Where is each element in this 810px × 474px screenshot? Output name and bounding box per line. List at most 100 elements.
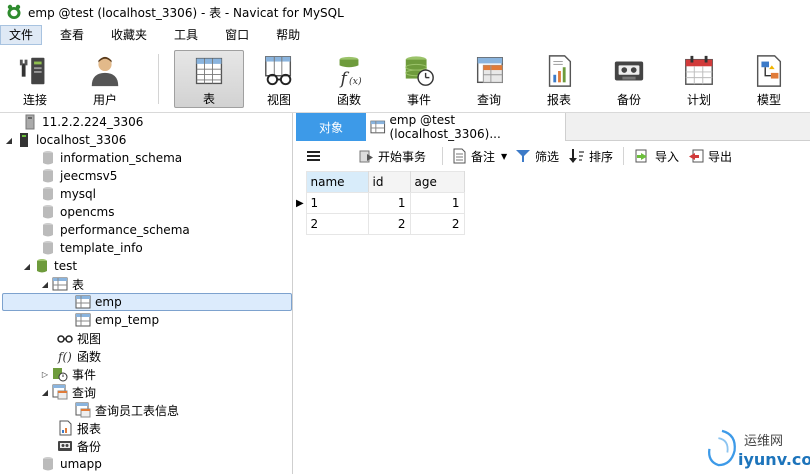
tree-db-test[interactable]: ◢ test <box>22 257 77 275</box>
import-icon <box>635 149 647 163</box>
column-header-name[interactable]: name <box>305 171 369 193</box>
connect-label: 连接 <box>22 93 47 107</box>
cell-name[interactable]: 1 <box>305 192 369 214</box>
tree-group-reports[interactable]: 报表 <box>57 419 101 437</box>
menu-file[interactable]: 文件 <box>0 25 43 45</box>
tree-table-emp-temp[interactable]: emp_temp <box>75 311 159 329</box>
tree-label: template_info <box>60 241 143 255</box>
expanded-arrow-icon[interactable]: ◢ <box>22 262 32 271</box>
tree-table-emp[interactable]: emp <box>2 293 292 311</box>
column-header-age[interactable]: age <box>409 171 465 193</box>
function-icon: f() <box>57 350 72 364</box>
event-icon <box>53 368 68 382</box>
begin-transaction-label: 开始事务 <box>378 149 427 164</box>
tree-group-views[interactable]: 视图 <box>57 329 101 347</box>
model-button[interactable]: 模型 <box>739 50 799 108</box>
schedule-button[interactable]: 计划 <box>669 50 729 108</box>
report-button[interactable]: 报表 <box>529 50 589 108</box>
cell-id[interactable]: 1 <box>367 192 411 214</box>
tree-db-umapp[interactable]: umapp <box>40 455 102 473</box>
backup-icon <box>614 61 644 81</box>
database-icon <box>43 457 53 471</box>
expanded-arrow-icon[interactable]: ◢ <box>40 388 50 397</box>
tree-db-template-info[interactable]: template_info <box>40 239 143 257</box>
tree-group-events[interactable]: ▷ 事件 <box>40 365 96 383</box>
tree-db-opencms[interactable]: opencms <box>40 203 115 221</box>
view-icon <box>265 56 292 86</box>
main-toolbar: 连接 用户 表 视图 f (x) 函数 事件 查询 报表 备份 计划 模型 <box>0 46 810 113</box>
tree-label: test <box>54 259 78 273</box>
transaction-icon <box>359 150 373 163</box>
view-button[interactable]: 视图 <box>249 50 309 108</box>
menu-help[interactable]: 帮助 <box>267 25 309 45</box>
menu-view[interactable]: 查看 <box>51 25 93 45</box>
function-button[interactable]: f (x) 函数 <box>319 50 379 108</box>
database-open-icon <box>37 259 47 273</box>
tree-label: emp <box>95 295 122 309</box>
tree-group-functions[interactable]: f() 函数 <box>57 347 101 365</box>
column-header-id[interactable]: id <box>367 171 411 193</box>
menu-hamburger-button[interactable] <box>306 147 326 165</box>
event-button[interactable]: 事件 <box>389 50 449 108</box>
database-icon <box>43 241 53 255</box>
window-title: emp @test (localhost_3306) - 表 - Navicat… <box>28 5 344 20</box>
table-icon <box>195 57 223 85</box>
tree-group-tables[interactable]: ◢ 表 <box>40 275 84 293</box>
table-icon <box>75 313 91 327</box>
import-button[interactable]: 导入 <box>635 147 679 165</box>
function-label: 函数 <box>336 93 361 107</box>
tree-label: mysql <box>60 187 96 201</box>
view-icon <box>57 335 73 343</box>
table-row[interactable]: ▶ 1 1 1 <box>296 192 465 214</box>
tab-emp-table[interactable]: emp @test (localhost_3306)... <box>366 113 566 141</box>
query-button[interactable]: 查询 <box>459 50 519 108</box>
table-button[interactable]: 表 <box>174 50 244 108</box>
view-label: 视图 <box>266 93 291 107</box>
export-button[interactable]: 导出 <box>688 147 732 165</box>
cell-name[interactable]: 2 <box>305 213 369 235</box>
menu-window[interactable]: 窗口 <box>216 25 258 45</box>
current-row-indicator-icon: ▶ <box>296 192 306 214</box>
backup-label: 备份 <box>616 93 641 107</box>
cell-age[interactable]: 2 <box>409 213 465 235</box>
database-icon <box>43 223 53 237</box>
tree-db-mysql[interactable]: mysql <box>40 185 96 203</box>
watermark-url: iyunv.com <box>738 450 810 469</box>
begin-transaction-button[interactable]: 开始事务 <box>358 147 426 165</box>
expanded-arrow-icon[interactable]: ◢ <box>40 280 50 289</box>
backup-button[interactable]: 备份 <box>599 50 659 108</box>
collapsed-arrow-icon[interactable]: ▷ <box>40 370 50 379</box>
expanded-arrow-icon[interactable]: ◢ <box>4 136 14 145</box>
svg-text:(x): (x) <box>349 76 362 87</box>
report-label: 报表 <box>546 93 571 107</box>
tree-label: 函数 <box>77 349 102 364</box>
svg-text:f(): f() <box>57 350 72 364</box>
tree-db-information-schema[interactable]: information_schema <box>40 149 182 167</box>
tree-connection-remote[interactable]: 11.2.2.224_3306 <box>22 113 143 131</box>
tree-query-item[interactable]: 查询员工表信息 <box>75 401 179 419</box>
event-label: 事件 <box>406 93 431 107</box>
tree-group-backups[interactable]: 备份 <box>57 437 101 455</box>
tree-label: information_schema <box>60 151 183 165</box>
tab-objects[interactable]: 对象 <box>296 113 366 141</box>
cell-id[interactable]: 2 <box>367 213 411 235</box>
user-button[interactable]: 用户 <box>75 50 135 108</box>
filter-icon <box>516 150 530 162</box>
cell-age[interactable]: 1 <box>409 192 465 214</box>
table-row[interactable]: 2 2 2 <box>296 213 465 235</box>
menu-favorites[interactable]: 收藏夹 <box>102 25 156 45</box>
chevron-down-icon[interactable]: ▼ <box>501 152 507 161</box>
memo-button[interactable]: 备注 ▼ <box>451 147 507 165</box>
filter-button[interactable]: 筛选 <box>515 147 559 165</box>
table-icon <box>370 120 386 134</box>
sort-button[interactable]: 排序 <box>569 147 613 165</box>
tree-db-jeecmsv5[interactable]: jeecmsv5 <box>40 167 117 185</box>
memo-label: 备注 <box>471 149 496 164</box>
import-label: 导入 <box>655 149 680 164</box>
menu-tools[interactable]: 工具 <box>165 25 207 45</box>
tree-db-performance-schema[interactable]: performance_schema <box>40 221 190 239</box>
tree-label: opencms <box>60 205 115 219</box>
tree-group-queries[interactable]: ◢ 查询 <box>40 383 96 401</box>
connect-button[interactable]: 连接 <box>5 50 65 108</box>
tree-connection-localhost[interactable]: ◢ localhost_3306 <box>4 131 126 149</box>
